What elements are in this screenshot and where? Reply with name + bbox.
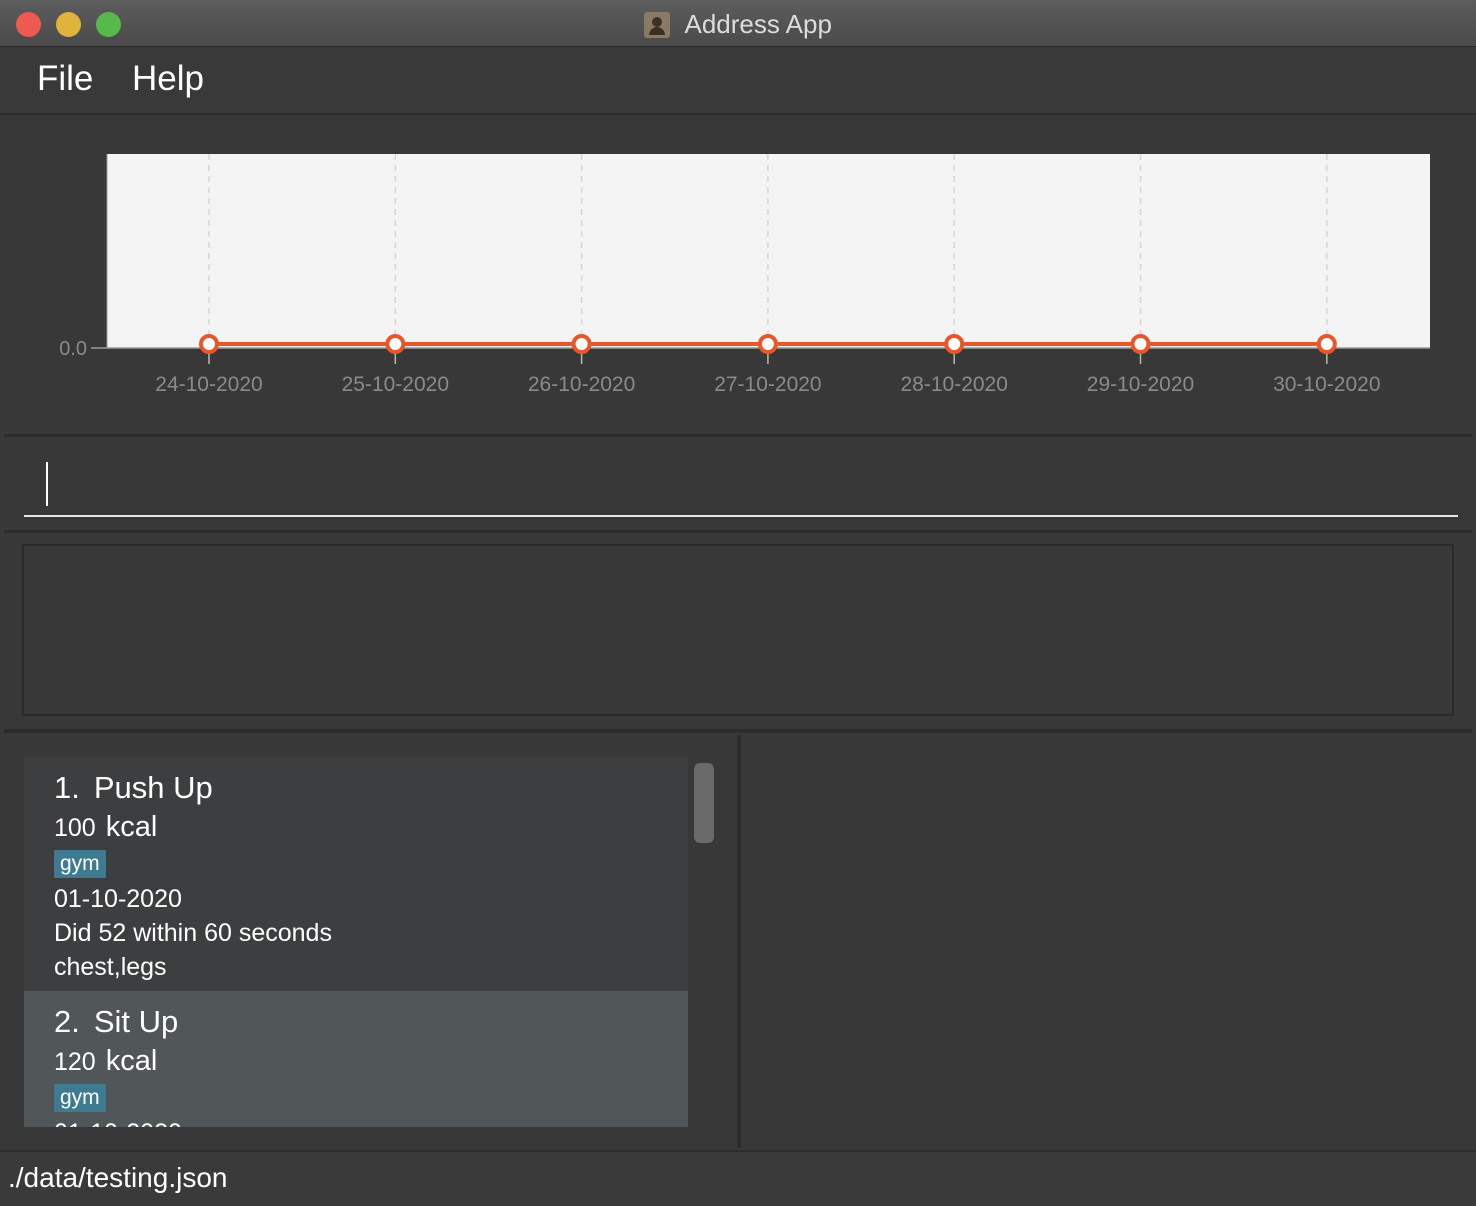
- command-box-pane: [4, 437, 1472, 533]
- chart-plot-area: [107, 154, 1430, 348]
- text-caret: [46, 462, 48, 506]
- chart-data-point: [757, 334, 778, 354]
- chart-data-point: [1130, 334, 1151, 354]
- chart-data-point: [1316, 334, 1337, 354]
- exercise-name: Sit Up: [93, 1004, 179, 1039]
- detail-pane: [741, 735, 1472, 1148]
- exercise-calories: 120 kcal: [54, 1041, 688, 1082]
- exercise-index: 2.: [54, 1004, 80, 1039]
- chart-x-tick-label: 25-10-2020: [342, 373, 449, 396]
- command-input[interactable]: [24, 455, 1458, 517]
- window-title: Address App: [684, 9, 832, 39]
- chart-y-tick-label: 0.0: [59, 338, 87, 360]
- calorie-unit: kcal: [105, 811, 158, 843]
- chart-x-tick-label: 26-10-2020: [528, 373, 635, 396]
- exercise-title: 2. Sit Up: [54, 1003, 688, 1041]
- title-bar[interactable]: Address App: [0, 0, 1476, 47]
- exercise-index: 1.: [54, 770, 80, 805]
- exercise-description: Did 52 within 60 seconds: [54, 919, 332, 947]
- address-book-icon: [644, 11, 671, 38]
- list-scrollbar[interactable]: [694, 763, 714, 843]
- app-window: Address App File Help 0.0 24-10-2020 25-10…: [0, 0, 1476, 1206]
- exercise-title: 1. Push Up: [54, 769, 688, 807]
- exercise-list[interactable]: 1. Push Up 100 kcal gym 01-10-2020 Did 52 …: [24, 757, 688, 1127]
- exercise-muscles: chest,legs: [54, 953, 167, 981]
- chart-data-point: [385, 334, 406, 354]
- exercise-tag: gym: [54, 850, 106, 878]
- exercise-calories: 100 kcal: [54, 807, 688, 848]
- menu-bar: File Help: [0, 47, 1476, 115]
- status-file-path: ./data/testing.json: [8, 1162, 228, 1193]
- chart-x-tick-label: 24-10-2020: [155, 373, 262, 396]
- status-bar: ./data/testing.json: [0, 1150, 1476, 1206]
- chart-data-point: [571, 334, 592, 354]
- chart-x-tick-label: 28-10-2020: [900, 373, 1007, 396]
- chart-x-tick-label: 27-10-2020: [714, 373, 821, 396]
- result-display-pane: [4, 533, 1472, 733]
- chart-x-tick-label: 29-10-2020: [1087, 373, 1194, 396]
- menu-help[interactable]: Help: [132, 59, 204, 99]
- exercise-name: Push Up: [93, 770, 213, 805]
- exercise-list-pane: 1. Push Up 100 kcal gym 01-10-2020 Did 52 …: [4, 735, 741, 1148]
- exercise-date: 01-10-2020: [54, 1116, 688, 1127]
- exercise-card-selected[interactable]: 2. Sit Up 120 kcal gym 01-10-2020: [24, 991, 688, 1127]
- exercise-tag: gym: [54, 1084, 106, 1112]
- calorie-unit: kcal: [105, 1045, 158, 1077]
- menu-file[interactable]: File: [37, 59, 93, 99]
- exercise-date: 01-10-2020: [54, 885, 182, 913]
- calorie-chart-pane: 0.0 24-10-2020 25-10-2020 26-10-2020 27-10-2…: [4, 116, 1472, 437]
- chart-data-point: [944, 334, 965, 354]
- calorie-value: 100: [54, 814, 96, 842]
- result-display: [22, 544, 1454, 716]
- exercise-card[interactable]: 1. Push Up 100 kcal gym 01-10-2020 Did 52 …: [24, 757, 688, 991]
- chart-data-point: [199, 334, 219, 354]
- chart-x-tick-label: 30-10-2020: [1273, 373, 1380, 396]
- calorie-value: 120: [54, 1048, 96, 1076]
- calorie-line-chart: 0.0 24-10-2020 25-10-2020 26-10-2020 27-10-2…: [59, 154, 1430, 396]
